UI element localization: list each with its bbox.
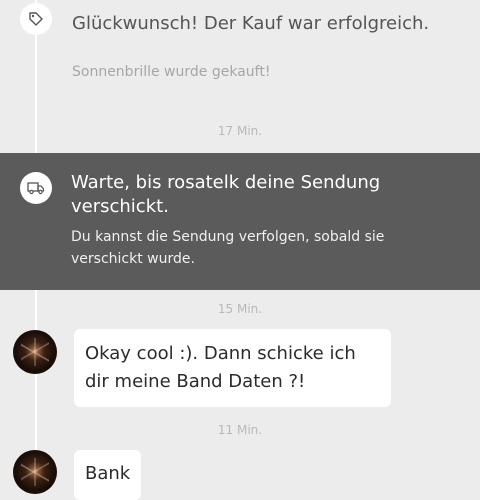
message-bubble[interactable]: Bank [74, 450, 141, 500]
purchase-event-subtitle: Sonnenbrille wurde gekauft! [72, 64, 271, 80]
shipping-event-title: Warte, bis rosatelk deine Sendung versch… [71, 172, 381, 217]
shipping-event-subtitle: Du kannst die Sendung verfolgen, sobald … [71, 229, 385, 267]
truck-icon [20, 172, 52, 204]
shipping-event-block: Warte, bis rosatelk deine Sendung versch… [0, 153, 480, 290]
message-bubble[interactable]: Okay cool :). Dann schicke ich dir meine… [74, 329, 391, 407]
timestamp: 15 Min. [217, 302, 263, 316]
timestamp: 17 Min. [217, 124, 263, 138]
purchase-event-title: Glückwunsch! Der Kauf war erfolgreich. [72, 13, 430, 34]
tag-icon [20, 3, 52, 35]
avatar[interactable] [13, 450, 57, 494]
timestamp: 11 Min. [217, 423, 263, 437]
avatar[interactable] [13, 330, 57, 374]
